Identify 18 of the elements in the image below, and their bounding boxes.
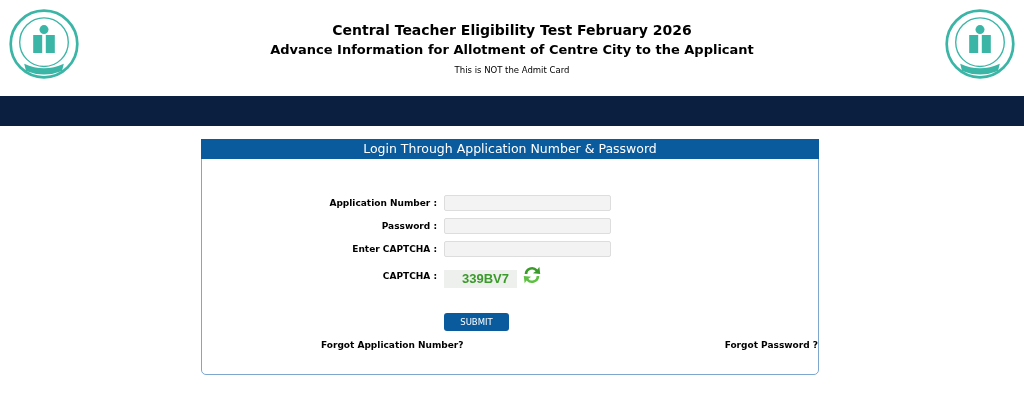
field-label: Password : bbox=[380, 221, 438, 231]
submit-button[interactable]: SUBMIT bbox=[444, 313, 509, 331]
forgot-link[interactable]: Forgot Password ? bbox=[724, 340, 818, 350]
forgot-link[interactable]: Forgot Application Number? bbox=[321, 340, 464, 350]
captcha-image: 339BV7 bbox=[444, 270, 517, 288]
field-label: Application Number : bbox=[328, 198, 438, 208]
field-label: CAPTCHA : bbox=[381, 271, 438, 281]
input-field[interactable] bbox=[444, 195, 611, 211]
refresh-icon[interactable] bbox=[521, 264, 543, 286]
emblem-icon bbox=[8, 8, 80, 80]
notice-text: This is NOT the Admit Card bbox=[453, 64, 571, 77]
panel-title: Login Through Application Number & Password bbox=[201, 139, 819, 159]
page-title: Central Teacher Eligibility Test February 2026 bbox=[331, 21, 693, 40]
field-label: Enter CAPTCHA : bbox=[351, 244, 438, 254]
page-subtitle: Advance Information for Allotment of Centre City to the Applicant bbox=[270, 41, 754, 59]
emblem-icon bbox=[944, 8, 1016, 80]
input-field[interactable] bbox=[444, 241, 611, 257]
input-field[interactable] bbox=[444, 218, 611, 234]
